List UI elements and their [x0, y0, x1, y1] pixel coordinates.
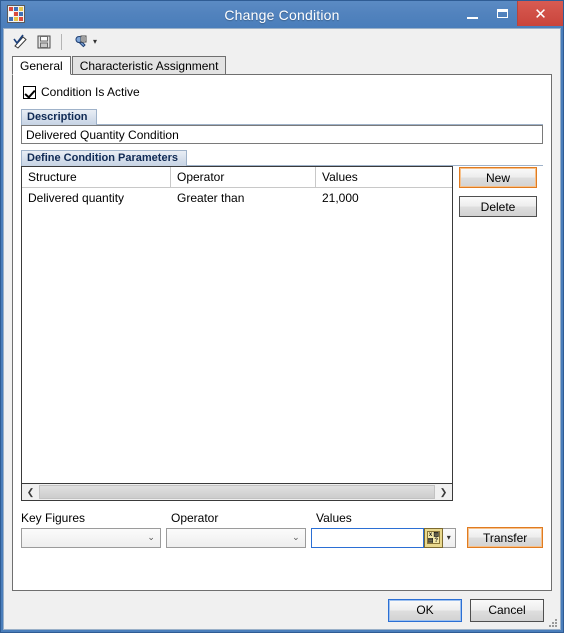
cancel-button[interactable]: Cancel	[470, 598, 544, 622]
resize-grip[interactable]	[547, 617, 557, 627]
value-help-icon[interactable]: x ▨ ▤?	[423, 527, 443, 548]
change-condition-window: Change Condition ✕ ▾ General Characteris…	[0, 0, 564, 633]
chevron-down-icon: ⌄	[292, 532, 300, 542]
table-side-buttons: New Delete	[459, 166, 537, 501]
table-header-row: Structure Operator Values	[22, 167, 452, 188]
title-bar[interactable]: Change Condition ✕	[1, 1, 563, 28]
scroll-right-arrow-icon[interactable]: ❯	[435, 484, 452, 500]
values-input[interactable]	[310, 527, 424, 548]
value-help-dropdown-caret[interactable]: ▾	[442, 527, 456, 548]
transfer-button[interactable]: Transfer	[467, 527, 543, 548]
scroll-left-arrow-icon[interactable]: ❮	[22, 484, 39, 500]
key-figures-dropdown[interactable]: ⌄	[21, 527, 161, 548]
column-header-values[interactable]: Values	[316, 167, 452, 187]
table-row[interactable]: Delivered quantity Greater than 21,000	[22, 188, 452, 208]
tab-general[interactable]: General	[12, 56, 71, 75]
scroll-thumb[interactable]	[39, 485, 435, 499]
tab-characteristic-assignment-label: Characteristic Assignment	[79, 58, 219, 73]
chevron-down-icon: ⌄	[147, 532, 155, 542]
operator-dropdown[interactable]: ⌄	[165, 527, 306, 548]
column-header-structure[interactable]: Structure	[22, 167, 171, 187]
condition-active-label: Condition Is Active	[41, 85, 140, 99]
tab-page-general: Condition Is Active Description Define C…	[12, 75, 552, 591]
toolbar-separator	[61, 34, 62, 50]
description-group-title: Description	[21, 109, 97, 125]
parameters-group-title: Define Condition Parameters	[21, 150, 187, 166]
cell-structure: Delivered quantity	[28, 191, 125, 205]
settings-wrench-icon[interactable]	[68, 32, 90, 53]
client-area: ▾ General Characteristic Assignment Cond…	[3, 28, 561, 630]
tab-strip: General Characteristic Assignment	[4, 55, 560, 75]
window-controls: ✕	[457, 1, 563, 26]
cell-values: 21,000	[322, 191, 359, 205]
description-group: Description	[21, 109, 543, 144]
description-group-header: Description	[21, 109, 543, 125]
parameters-group-header: Define Condition Parameters	[21, 150, 543, 166]
column-header-operator[interactable]: Operator	[171, 167, 316, 187]
entry-row-controls: ⌄ ⌄ x ▨ ▤? ▾ Transfer	[21, 527, 543, 548]
condition-parameters-table: Structure Operator Values Delivered quan…	[21, 166, 453, 484]
cell-operator: Greater than	[177, 191, 245, 205]
ok-button[interactable]: OK	[388, 598, 462, 622]
entry-row-labels: Key Figures Operator Values	[21, 511, 543, 525]
condition-active-row[interactable]: Condition Is Active	[23, 85, 543, 99]
key-figures-label: Key Figures	[21, 511, 86, 525]
minimize-button[interactable]	[457, 1, 487, 26]
parameters-body: Structure Operator Values Delivered quan…	[21, 166, 543, 501]
table-body: Delivered quantity Greater than 21,000	[22, 188, 452, 483]
toolbar: ▾	[4, 29, 560, 55]
check-pencil-icon[interactable]	[9, 32, 31, 53]
description-input[interactable]	[21, 125, 543, 144]
condition-active-checkbox[interactable]	[23, 85, 36, 99]
table-horizontal-scrollbar[interactable]: ❮ ❯	[21, 484, 453, 501]
new-button[interactable]: New	[459, 167, 537, 188]
close-button[interactable]: ✕	[517, 1, 563, 26]
toolbar-dropdown-caret[interactable]: ▾	[93, 38, 97, 46]
save-icon[interactable]	[33, 32, 55, 53]
values-label: Values	[316, 511, 352, 525]
maximize-button[interactable]	[487, 1, 517, 26]
tab-characteristic-assignment[interactable]: Characteristic Assignment	[71, 56, 227, 75]
parameters-group: Define Condition Parameters Structure Op…	[21, 150, 543, 501]
app-grid-icon	[7, 5, 25, 23]
operator-label: Operator	[171, 511, 219, 525]
delete-button[interactable]: Delete	[459, 196, 537, 217]
tab-general-label: General	[20, 58, 63, 73]
dialog-footer: OK Cancel	[4, 591, 560, 629]
